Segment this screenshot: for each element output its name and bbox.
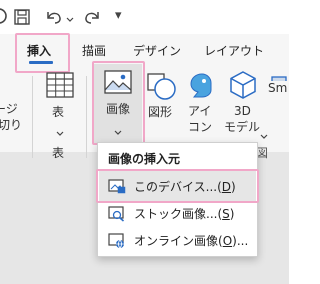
menu-item-text: このデバイス...( [134,180,222,194]
menu-item-stock-images[interactable]: ストック画像...(S) [100,201,254,227]
icons-label-1: アイ [188,104,212,118]
active-tab-underline [29,61,53,64]
quick-access-toolbar: ▾ [0,0,289,34]
picture-button[interactable]: 画像 [96,66,140,140]
table-group-label: 表 [52,146,65,160]
group-separator [32,76,33,158]
picture-icon [104,70,132,94]
customize-toolbar-icon[interactable]: ▾ [115,8,122,23]
redo-icon[interactable] [82,8,102,26]
tab-design[interactable]: デザイン [133,42,181,59]
icons-label-2: コン [188,120,213,134]
smartart-label: Sm [268,81,288,96]
save-icon[interactable] [13,8,31,26]
group-separator [86,76,87,158]
online-pictures-icon [108,233,124,249]
menu-item-label: オンライン画像(O)... [134,232,248,249]
tab-draw[interactable]: 描画 [82,42,106,59]
shapes-button[interactable]: 図形 [144,70,180,136]
icons-icon [190,73,212,98]
tab-layout[interactable]: レイアウト [204,42,264,59]
menu-item-accesskey: O [222,234,233,248]
picture-dropdown-icon [114,121,122,140]
3d-models-dropdown-icon [260,125,268,144]
smartart-button[interactable]: Sm [268,70,289,110]
shapes-label: 図形 [148,105,173,119]
autosave-toggle-icon [0,8,7,24]
picture-label: 画像 [106,102,131,116]
table-icon [46,72,74,98]
device-icon [108,179,126,194]
stock-images-icon [108,206,125,222]
undo-dropdown-icon[interactable] [66,10,74,22]
menu-item-suffix: ) [231,180,236,194]
menu-item-label: このデバイス...(D) [134,178,236,195]
page-break-label-1: ージ [0,102,18,116]
menu-item-suffix: ) [229,207,235,221]
table-label: 表 [52,105,65,119]
undo-icon[interactable] [44,8,64,26]
menu-item-accesskey: D [221,180,232,194]
3d-cube-icon [230,71,256,99]
table-dropdown-icon [56,122,64,141]
menu-item-suffix: )... [232,234,249,248]
menu-item-this-device[interactable]: このデバイス...(D) [100,173,254,199]
autosave-toggle[interactable] [0,7,8,25]
shapes-icon [147,73,176,100]
menu-item-text: ストック画像...( [134,207,223,221]
menu-header: 画像の挿入元 [108,152,181,166]
table-button[interactable]: 表 [42,72,78,136]
3d-models-button[interactable]: 3D モデル [222,70,268,139]
icons-button[interactable]: アイ コン [184,70,218,136]
3d-models-label-2: モデル [224,120,261,134]
menu-item-label: ストック画像...(S) [134,205,234,222]
menu-item-online-pictures[interactable]: オンライン画像(O)... [100,228,254,254]
menu-item-accesskey: S [222,207,230,221]
page-break-button[interactable]: ージ 切り [0,102,22,138]
page-break-label-2: 切り [0,118,23,132]
tab-insert[interactable]: 挿入 [27,42,51,59]
menu-item-text: オンライン画像( [134,234,223,248]
3d-models-label-1: 3D [234,104,251,118]
